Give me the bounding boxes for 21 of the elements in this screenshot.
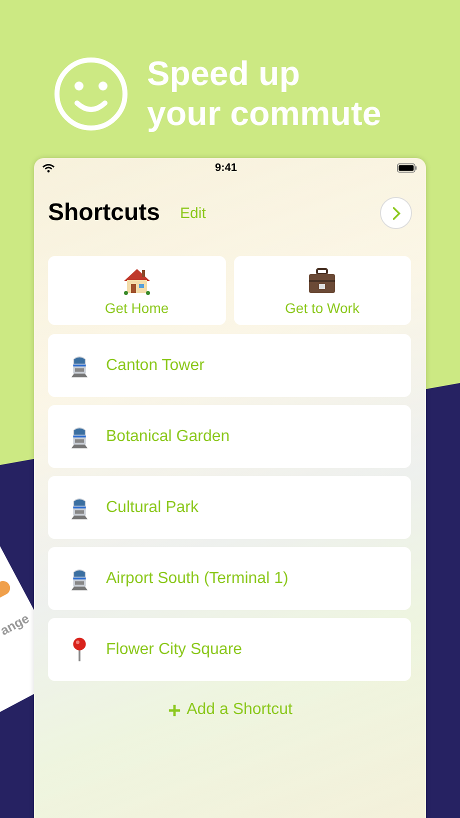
wifi-icon [42,163,55,173]
status-time: 9:41 [214,162,238,174]
plus-icon [168,704,181,716]
shortcut-row[interactable]: Botanical Garden [48,405,411,468]
shortcut-row[interactable]: Cultural Park [48,476,411,539]
battery-icon [397,163,417,173]
briefcase-icon [307,266,338,296]
headline-text: Speed up [147,54,302,94]
add-shortcut-button[interactable]: Add a Shortcut [168,701,292,719]
screen-title: Shortcuts [48,199,160,227]
shortcut-row[interactable]: Flower City Square [48,618,411,681]
shortcut-row[interactable]: Airport South (Terminal 1) [48,547,411,610]
card-text: ange [0,610,32,638]
headline-text: your commute [147,94,382,134]
shortcut-tile[interactable]: Get to Work [234,256,411,325]
shortcut-row[interactable]: Canton Tower [48,334,411,397]
shortcut-tile[interactable]: Get Home [48,256,226,325]
chevron-icon [390,206,402,220]
forward-button[interactable] [380,197,412,229]
edit-button[interactable]: Edit [180,204,206,222]
smiley-icon [53,56,129,132]
